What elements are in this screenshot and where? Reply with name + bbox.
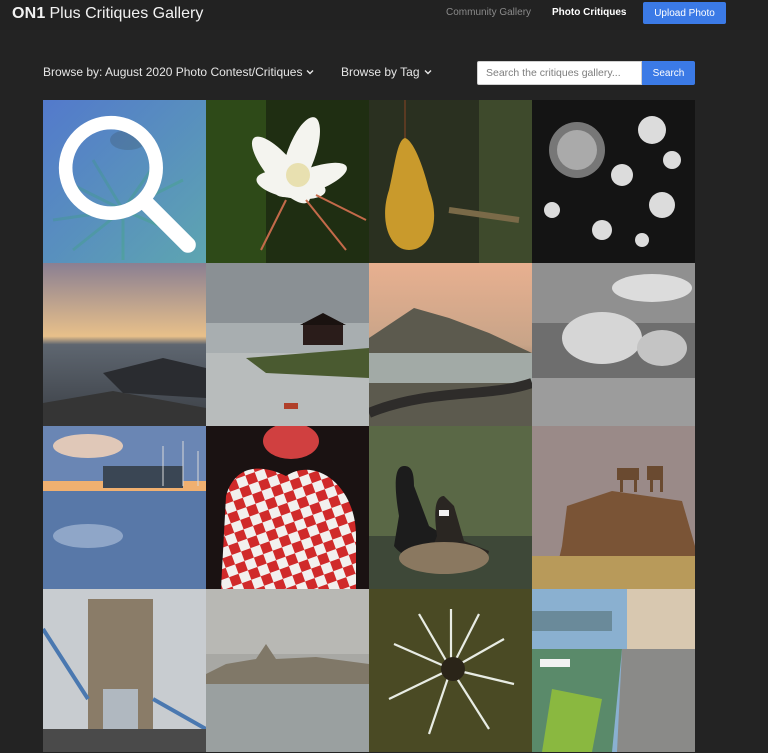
photo-image <box>369 100 532 263</box>
gallery-photo-tower-bridge[interactable] <box>43 589 206 752</box>
upload-photo-button[interactable]: Upload Photo <box>643 2 726 24</box>
gallery-photo-red-house-on-island[interactable] <box>206 263 369 426</box>
browse-by-tag-label: Browse by Tag <box>341 65 420 79</box>
photo-image <box>369 263 532 426</box>
nav-community-gallery[interactable]: Community Gallery <box>446 7 531 18</box>
chevron-down-icon <box>306 70 314 75</box>
search-button[interactable]: Search <box>642 61 695 85</box>
gallery-photo-dandelion-seed-head[interactable] <box>369 589 532 752</box>
gallery-photo-checkered-body-paint[interactable] <box>206 426 369 589</box>
search-input[interactable] <box>477 61 642 85</box>
browse-by-contest-dropdown[interactable]: Browse by: August 2020 Photo Contest/Cri… <box>43 65 315 79</box>
photo-image <box>532 426 695 589</box>
brand-logo[interactable]: ON1 Plus Critiques Gallery <box>12 5 203 23</box>
photo-image <box>206 589 369 752</box>
gallery-photo-canada-geese[interactable] <box>369 426 532 589</box>
photo-image <box>206 100 369 263</box>
top-bar: ON1 Plus Critiques Gallery Community Gall… <box>0 0 768 30</box>
gallery-photo-lakeside-village-canal[interactable] <box>532 589 695 752</box>
nav-photo-critiques[interactable]: Photo Critiques <box>552 7 626 18</box>
browse-by-contest-label: Browse by: August 2020 Photo Contest/Cri… <box>43 65 303 79</box>
photo-image <box>532 589 695 752</box>
gallery-photo-bw-tree-landscape[interactable] <box>532 263 695 426</box>
gallery-photo-sunset-rocky-shore[interactable] <box>43 263 206 426</box>
gallery-photo-white-cactus-flower[interactable] <box>206 100 369 263</box>
search-icon <box>58 115 196 253</box>
photo-image <box>206 426 369 589</box>
photo-image <box>206 263 369 426</box>
photo-image <box>43 589 206 752</box>
gallery-photo-hanging-pear[interactable] <box>369 100 532 263</box>
photo-image <box>369 426 532 589</box>
photo-image <box>43 426 206 589</box>
photo-image <box>532 263 695 426</box>
gallery-photo-foggy-castle[interactable] <box>206 589 369 752</box>
gallery-photo-bighorn-sheep-on-rock[interactable] <box>532 426 695 589</box>
gallery-photo-bw-water-drops[interactable] <box>532 100 695 263</box>
hover-overlay <box>43 100 206 263</box>
photo-image <box>369 589 532 752</box>
photo-image <box>43 263 206 426</box>
gallery-photo-bee-on-flower[interactable] <box>43 100 206 263</box>
brand-title: Plus Critiques Gallery <box>49 5 204 22</box>
browse-by-tag-dropdown[interactable]: Browse by Tag <box>341 65 433 79</box>
gallery-photo-harbor-reflection[interactable] <box>43 426 206 589</box>
gallery-photo-misty-mountain-road[interactable] <box>369 263 532 426</box>
brand-logo-mark: ON1 <box>12 5 46 22</box>
chevron-down-icon <box>424 70 431 75</box>
photo-image <box>532 100 695 263</box>
